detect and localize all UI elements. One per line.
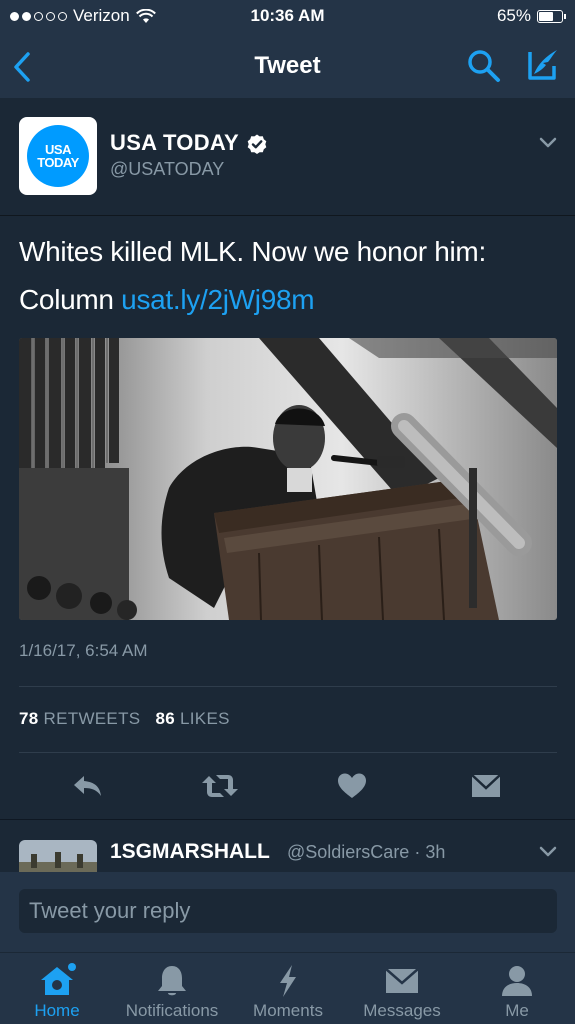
divider — [19, 752, 557, 753]
status-bar: Verizon 10:36 AM 65% — [0, 0, 575, 34]
tab-moments[interactable]: Moments — [246, 953, 330, 1024]
verified-badge-icon — [247, 134, 267, 154]
usa-today-logo: USA TODAY — [27, 125, 89, 187]
tweet-timestamp: 1/16/17, 6:54 AM — [19, 641, 148, 660]
tweet-text-line1: Whites killed MLK. Now we honor him: — [19, 236, 486, 267]
author-handle[interactable]: @USATODAY — [110, 159, 224, 180]
tweet-text: Whites killed MLK. Now we honor him: Col… — [19, 228, 559, 324]
chevron-down-icon[interactable] — [538, 136, 558, 150]
tab-messages-label: Messages — [363, 1001, 441, 1020]
photo-mlk-at-podium — [19, 338, 557, 620]
home-icon — [41, 963, 76, 995]
tab-messages[interactable]: Messages — [357, 953, 447, 1024]
reply-preview[interactable]: 1SGMARSHALL @SoldiersCare · 3h — [0, 820, 575, 872]
reply-author-handle: @SoldiersCare · 3h — [287, 842, 446, 862]
battery-icon — [537, 9, 566, 23]
reply-bar — [0, 872, 575, 952]
tab-notifications[interactable]: Notifications — [117, 953, 227, 1024]
battery-percent: 65% — [496, 6, 531, 25]
retweet-icon[interactable] — [200, 770, 240, 802]
tab-notifications-label: Notifications — [125, 1001, 219, 1020]
tweet-photo[interactable] — [19, 338, 557, 620]
compose-icon[interactable] — [522, 46, 560, 84]
tweet-text-prefix: Column — [19, 284, 114, 315]
retweet-stat[interactable]: 78 RETWEETS — [19, 709, 140, 728]
person-icon — [502, 966, 532, 996]
tweet-link[interactable]: usat.ly/2jWj98m — [121, 284, 314, 315]
bell-icon — [158, 966, 186, 996]
divider — [19, 686, 557, 687]
lightning-icon — [280, 965, 296, 997]
tab-me-label: Me — [505, 1001, 529, 1020]
logo-line2: TODAY — [37, 155, 79, 170]
clock: 10:36 AM — [250, 6, 325, 25]
tweet-detail: USA TODAY USA TODAY @USATODAY Whites kil… — [0, 98, 575, 820]
reply-icon[interactable] — [70, 770, 106, 802]
envelope-icon — [385, 968, 419, 993]
reply-author-name[interactable]: 1SGMARSHALL — [110, 840, 270, 864]
tab-moments-label: Moments — [253, 1001, 323, 1020]
retweet-count: 78 — [19, 709, 39, 728]
battery-status: 65% — [496, 6, 566, 26]
search-icon[interactable] — [466, 48, 502, 84]
tab-bar: Home Notifications Moments Messages Me — [0, 952, 575, 1024]
like-icon[interactable] — [334, 770, 370, 802]
reply-avatar-photo — [19, 840, 97, 872]
direct-message-icon[interactable] — [468, 770, 504, 802]
avatar[interactable] — [19, 840, 97, 872]
tweet-text-line2: Column usat.ly/2jWj98m — [19, 276, 559, 324]
tab-me[interactable]: Me — [487, 953, 547, 1024]
tweet-stats: 78 RETWEETS 86 LIKES — [19, 709, 230, 729]
like-count: 86 — [155, 709, 175, 728]
reply-input[interactable] — [19, 889, 557, 933]
like-label: LIKES — [180, 709, 230, 728]
tab-home[interactable]: Home — [17, 953, 97, 1024]
nav-bar: Tweet — [0, 34, 575, 98]
chevron-down-icon[interactable] — [538, 845, 558, 859]
like-stat[interactable]: 86 LIKES — [155, 709, 229, 728]
avatar[interactable]: USA TODAY — [19, 117, 97, 195]
divider — [0, 215, 575, 216]
author-name[interactable]: USA TODAY — [110, 130, 239, 156]
retweet-label: RETWEETS — [43, 709, 141, 728]
tab-home-label: Home — [34, 1001, 80, 1020]
